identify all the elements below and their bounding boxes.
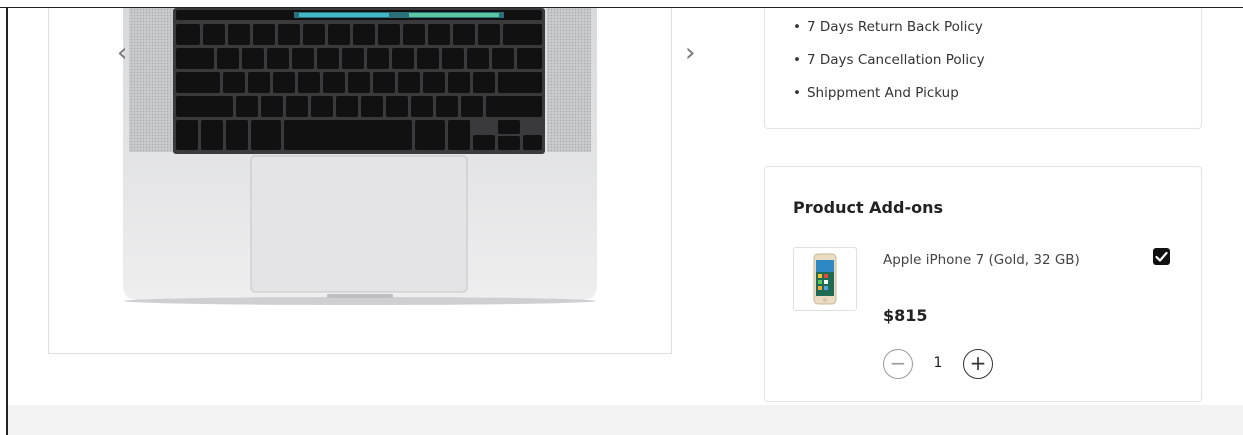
- policy-card: 7 Days Return Back Policy 7 Days Cancell…: [764, 8, 1202, 129]
- addon-select-checkbox[interactable]: [1153, 248, 1170, 265]
- product-image-gallery: ‹ ›: [48, 8, 695, 354]
- checkmark-icon: [1155, 251, 1168, 262]
- policy-list: 7 Days Return Back Policy 7 Days Cancell…: [793, 17, 985, 116]
- policy-item: 7 Days Cancellation Policy: [793, 50, 985, 83]
- policy-item: Shippment And Pickup: [793, 83, 985, 116]
- increase-quantity-button[interactable]: +: [963, 349, 993, 379]
- plus-icon: +: [969, 351, 987, 375]
- addon-price: $815: [883, 306, 928, 325]
- addons-title: Product Add-ons: [793, 198, 943, 217]
- minus-icon: −: [889, 351, 907, 375]
- addon-thumbnail: [793, 247, 857, 311]
- footer-strip: [8, 405, 1243, 435]
- addon-name: Apple iPhone 7 (Gold, 32 GB): [883, 252, 1080, 268]
- laptop-image: [123, 8, 597, 305]
- chevron-right-icon[interactable]: ›: [685, 38, 695, 68]
- page-frame-left: [6, 7, 8, 435]
- product-addons-card: Product Add-ons Apple iPhone 7 (Gold, 32…: [764, 166, 1202, 402]
- phone-image: [813, 253, 837, 305]
- decrease-quantity-button[interactable]: −: [883, 349, 913, 379]
- chevron-left-icon[interactable]: ‹: [117, 38, 127, 68]
- quantity-value: 1: [933, 355, 943, 371]
- policy-item: 7 Days Return Back Policy: [793, 17, 985, 50]
